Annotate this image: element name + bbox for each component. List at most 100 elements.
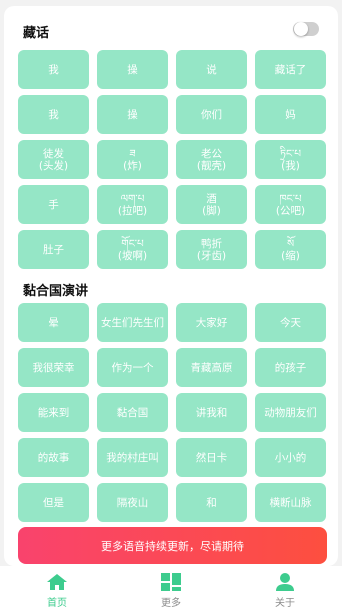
phrase-button[interactable]: ལག་པ (拉吧) bbox=[97, 185, 168, 224]
phrase-button[interactable]: 肚子 bbox=[18, 230, 89, 269]
phrase-label: 酒 bbox=[206, 192, 217, 205]
phrase-label: 手 bbox=[48, 198, 59, 211]
phrase-gloss: (头发) bbox=[38, 159, 69, 172]
phrase-label: 女生们先生们 bbox=[101, 316, 164, 329]
phrase-button[interactable]: ཟ (炸) bbox=[97, 140, 168, 179]
phrase-label: 但是 bbox=[43, 496, 64, 509]
phrase-label: 操 bbox=[127, 108, 138, 121]
phrase-button[interactable]: 隔夜山 bbox=[97, 483, 168, 522]
phrase-button[interactable]: 大家好 bbox=[176, 303, 247, 342]
phrase-gloss: (拉吧) bbox=[117, 204, 148, 217]
phrase-gloss: (靓壳) bbox=[196, 159, 227, 172]
tab-more-label: 更多 bbox=[161, 598, 181, 609]
section-title-tibetan: 藏话 bbox=[23, 26, 50, 41]
phrase-button[interactable]: 的故事 bbox=[18, 438, 89, 477]
speech-phrase-grid: 晕 女生们先生们 大家好 今天我很荣幸 作为一个 青藏高原 的孩子能来到 黏合国 讲我和 动物朋友… bbox=[18, 303, 328, 522]
phrase-button[interactable]: 晕 bbox=[18, 303, 89, 342]
phrase-label: 你们 bbox=[201, 108, 222, 121]
phrase-gloss: (我) bbox=[281, 159, 300, 172]
phrase-label: 妈 bbox=[285, 108, 296, 121]
phrase-label: 肚子 bbox=[43, 243, 64, 256]
phrase-label: 然日卡 bbox=[195, 451, 228, 464]
phrase-label: 藏话了 bbox=[274, 63, 307, 76]
phrase-label: 徒发 bbox=[43, 147, 64, 160]
phrase-button[interactable]: ཏྲིང་པ (我) bbox=[255, 140, 326, 179]
phrase-label: 隔夜山 bbox=[116, 496, 149, 509]
phrase-label: གོང་པ bbox=[121, 237, 144, 250]
phrase-button[interactable]: 操 bbox=[97, 95, 168, 134]
phrase-label: 我的村庄叫 bbox=[106, 451, 159, 464]
tab-more[interactable]: 更多 bbox=[114, 566, 228, 613]
phrase-label: 晕 bbox=[48, 316, 59, 329]
phrase-button[interactable]: 说 bbox=[176, 50, 247, 89]
phrase-button[interactable]: 妈 bbox=[255, 95, 326, 134]
phrase-label: 的孩子 bbox=[274, 361, 307, 374]
tab-home[interactable]: 首页 bbox=[0, 566, 114, 613]
phrase-button[interactable]: 老公 (靓壳) bbox=[176, 140, 247, 179]
phrase-label: 我很荣幸 bbox=[32, 361, 75, 374]
update-banner-text: 更多语音持续更新，尽请期待 bbox=[101, 539, 244, 553]
phrase-button[interactable]: 的孩子 bbox=[255, 348, 326, 387]
phrase-label: 能来到 bbox=[37, 406, 70, 419]
phrase-button[interactable]: 讲我和 bbox=[176, 393, 247, 432]
phrase-button[interactable]: 青藏高原 bbox=[176, 348, 247, 387]
phrase-button[interactable]: 横断山脉 bbox=[255, 483, 326, 522]
phrase-button[interactable]: 然日卡 bbox=[176, 438, 247, 477]
phrase-label: ལག་པ bbox=[120, 192, 145, 205]
phrase-button[interactable]: 操 bbox=[97, 50, 168, 89]
section-title-speech: 黏合国演讲 bbox=[23, 284, 89, 299]
phrase-button[interactable]: 你们 bbox=[176, 95, 247, 134]
phrase-button[interactable]: 作为一个 bbox=[97, 348, 168, 387]
phrase-label: ཟ bbox=[129, 147, 136, 160]
phrase-label: 黏合国 bbox=[116, 406, 149, 419]
phrase-button[interactable]: གོང་པ (坡啊) bbox=[97, 230, 168, 269]
tibetan-phrase-grid: 我操说藏话了我操你们妈徒发 (头发) ཟ (炸) 老公 (靓壳) ཏྲིང་པ (我) 手 ལག་… bbox=[18, 50, 328, 269]
phrase-button[interactable]: 酒 (脚) bbox=[176, 185, 247, 224]
update-banner[interactable]: 更多语音持续更新，尽请期待 bbox=[18, 527, 327, 564]
phrase-label: 说 bbox=[206, 63, 217, 76]
phrase-label: 动物朋友们 bbox=[264, 406, 317, 419]
phrase-button[interactable]: 我的村庄叫 bbox=[97, 438, 168, 477]
phrase-button[interactable]: 和 bbox=[176, 483, 247, 522]
phrase-button[interactable]: 徒发 (头发) bbox=[18, 140, 89, 179]
phrase-button[interactable]: 我 bbox=[18, 95, 89, 134]
phrase-label: 鸭折 bbox=[201, 237, 222, 250]
phrase-label: 青藏高原 bbox=[190, 361, 233, 374]
phrase-button[interactable]: 藏话了 bbox=[255, 50, 326, 89]
phrase-button[interactable]: 鸭折 (牙齿) bbox=[176, 230, 247, 269]
phrase-gloss: (牙齿) bbox=[196, 249, 227, 262]
phrase-button[interactable]: སོ (缩) bbox=[255, 230, 326, 269]
phrase-button[interactable]: 小小的 bbox=[255, 438, 326, 477]
phrase-label: 我 bbox=[48, 63, 59, 76]
phrase-button[interactable]: 但是 bbox=[18, 483, 89, 522]
phrase-gloss: (坡啊) bbox=[117, 249, 148, 262]
phrase-label: 大家好 bbox=[195, 316, 228, 329]
bottom-tab-bar: 首页 更多 关于 bbox=[0, 566, 342, 613]
toggle-knob bbox=[294, 22, 308, 36]
user-icon bbox=[276, 573, 294, 591]
phrase-label: 作为一个 bbox=[111, 361, 154, 374]
phrase-button[interactable]: 今天 bbox=[255, 303, 326, 342]
phrase-label: 讲我和 bbox=[195, 406, 228, 419]
phrase-button[interactable]: 黏合国 bbox=[97, 393, 168, 432]
phrase-gloss: (脚) bbox=[202, 204, 221, 217]
grid-icon bbox=[161, 573, 181, 591]
phrase-button[interactable]: 能来到 bbox=[18, 393, 89, 432]
phrase-label: ཁང་པ bbox=[279, 192, 302, 205]
phrase-label: 的故事 bbox=[37, 451, 70, 464]
phrase-button[interactable]: 我 bbox=[18, 50, 89, 89]
phrase-gloss: (缩) bbox=[281, 249, 300, 262]
phrase-label: 今天 bbox=[280, 316, 301, 329]
phrase-label: ཏྲིང་པ bbox=[280, 147, 301, 160]
tab-about-label: 关于 bbox=[275, 598, 295, 609]
phrase-button[interactable]: 手 bbox=[18, 185, 89, 224]
phrase-label: 横断山脉 bbox=[269, 496, 312, 509]
phrase-button[interactable]: 女生们先生们 bbox=[97, 303, 168, 342]
phrase-label: 和 bbox=[206, 496, 217, 509]
toggle-switch[interactable] bbox=[293, 22, 319, 36]
phrase-button[interactable]: 我很荣幸 bbox=[18, 348, 89, 387]
phrase-button[interactable]: ཁང་པ (公吧) bbox=[255, 185, 326, 224]
phrase-button[interactable]: 动物朋友们 bbox=[255, 393, 326, 432]
tab-about[interactable]: 关于 bbox=[228, 566, 342, 613]
tab-home-label: 首页 bbox=[47, 598, 67, 609]
